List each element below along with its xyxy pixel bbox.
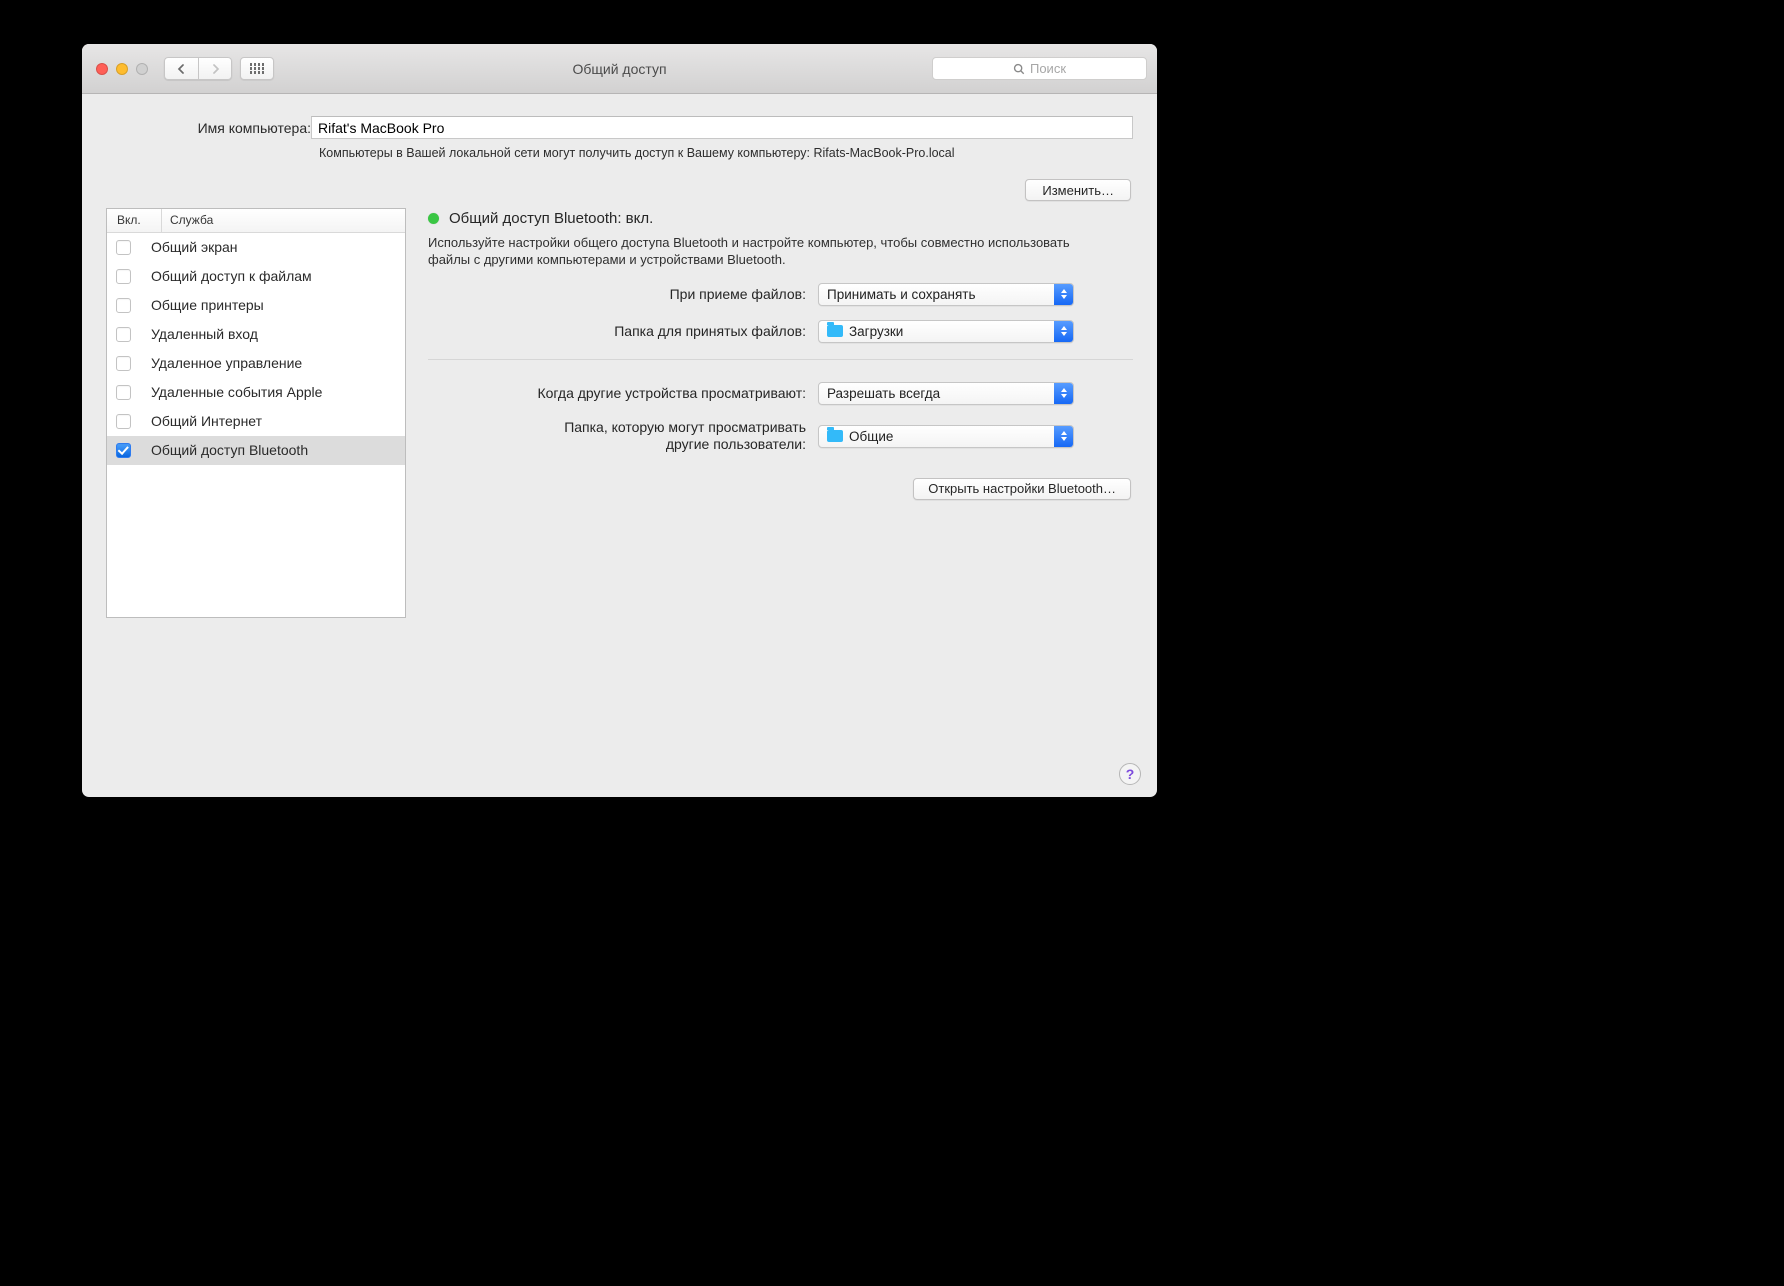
service-detail: Общий доступ Bluetooth: вкл. Используйте… [428, 208, 1133, 500]
service-row[interactable]: Общий Интернет [107, 407, 405, 436]
edit-hostname-button[interactable]: Изменить… [1025, 179, 1131, 201]
receive-folder-value: Загрузки [849, 324, 903, 339]
open-bluetooth-settings-button[interactable]: Открыть настройки Bluetooth… [913, 478, 1131, 500]
folder-icon [827, 430, 843, 442]
service-checkbox[interactable] [116, 298, 131, 313]
computer-name-field[interactable] [311, 116, 1133, 139]
forward-button[interactable] [198, 57, 232, 80]
service-checkbox[interactable] [116, 240, 131, 255]
service-checkbox[interactable] [116, 443, 131, 458]
stepper-icon [1054, 426, 1073, 447]
chevron-left-icon [177, 64, 186, 74]
service-label: Общий Интернет [151, 413, 262, 429]
close-icon[interactable] [96, 63, 108, 75]
service-label: Общий доступ Bluetooth [151, 442, 308, 458]
show-all-button[interactable] [240, 57, 274, 80]
service-label: Удаленное управление [151, 355, 302, 371]
stepper-icon [1054, 383, 1073, 404]
content-area: Имя компьютера: Компьютеры в Вашей локал… [82, 94, 1157, 797]
receive-action-value: Принимать и сохранять [827, 287, 976, 302]
share-folder-value: Общие [849, 429, 893, 444]
back-button[interactable] [164, 57, 198, 80]
service-row[interactable]: Общий экран [107, 233, 405, 262]
chevron-right-icon [211, 64, 220, 74]
service-checkbox[interactable] [116, 414, 131, 429]
grid-icon [250, 63, 265, 74]
local-hostname-text: Компьютеры в Вашей локальной сети могут … [319, 145, 959, 162]
service-row[interactable]: Общий доступ к файлам [107, 262, 405, 291]
nav-buttons [164, 57, 232, 80]
search-input[interactable]: Поиск [932, 57, 1147, 80]
minimize-icon[interactable] [116, 63, 128, 75]
window-controls [96, 63, 148, 75]
divider [428, 359, 1133, 360]
zoom-icon [136, 63, 148, 75]
service-checkbox[interactable] [116, 327, 131, 342]
service-row[interactable]: Общие принтеры [107, 291, 405, 320]
services-list[interactable]: Вкл. Служба Общий экран Общий доступ к фа… [106, 208, 406, 618]
services-list-header: Вкл. Служба [107, 209, 405, 233]
service-label: Общие принтеры [151, 297, 264, 313]
browse-label: Когда другие устройства просматривают: [428, 385, 818, 401]
service-label: Общий экран [151, 239, 238, 255]
service-row[interactable]: Общий доступ Bluetooth [107, 436, 405, 465]
status-indicator-icon [428, 213, 439, 224]
titlebar: Общий доступ Поиск [82, 44, 1157, 94]
service-row[interactable]: Удаленные события Apple [107, 378, 405, 407]
status-title: Общий доступ Bluetooth: вкл. [449, 210, 653, 227]
receive-action-select[interactable]: Принимать и сохранять [818, 283, 1074, 306]
service-row[interactable]: Удаленный вход [107, 320, 405, 349]
receive-folder-label: Папка для принятых файлов: [428, 323, 818, 339]
folder-icon [827, 325, 843, 337]
service-checkbox[interactable] [116, 269, 131, 284]
share-folder-select[interactable]: Общие [818, 425, 1074, 448]
search-icon [1013, 63, 1025, 75]
service-label: Удаленный вход [151, 326, 258, 342]
stepper-icon [1054, 321, 1073, 342]
receive-folder-select[interactable]: Загрузки [818, 320, 1074, 343]
help-button[interactable]: ? [1119, 763, 1141, 785]
share-folder-label: Папка, которую могут просматривать други… [428, 419, 818, 454]
column-service[interactable]: Служба [162, 209, 405, 232]
column-on[interactable]: Вкл. [107, 209, 162, 232]
service-label: Общий доступ к файлам [151, 268, 312, 284]
service-label: Удаленные события Apple [151, 384, 322, 400]
service-row[interactable]: Удаленное управление [107, 349, 405, 378]
sharing-preferences-window: Общий доступ Поиск Имя компьютера: Компь… [82, 44, 1157, 797]
stepper-icon [1054, 284, 1073, 305]
service-checkbox[interactable] [116, 385, 131, 400]
service-checkbox[interactable] [116, 356, 131, 371]
computer-name-label: Имя компьютера: [106, 120, 311, 136]
receive-label: При приеме файлов: [428, 286, 818, 302]
service-description: Используйте настройки общего доступа Blu… [428, 235, 1098, 269]
browse-action-select[interactable]: Разрешать всегда [818, 382, 1074, 405]
browse-action-value: Разрешать всегда [827, 386, 940, 401]
search-placeholder: Поиск [1030, 61, 1066, 76]
